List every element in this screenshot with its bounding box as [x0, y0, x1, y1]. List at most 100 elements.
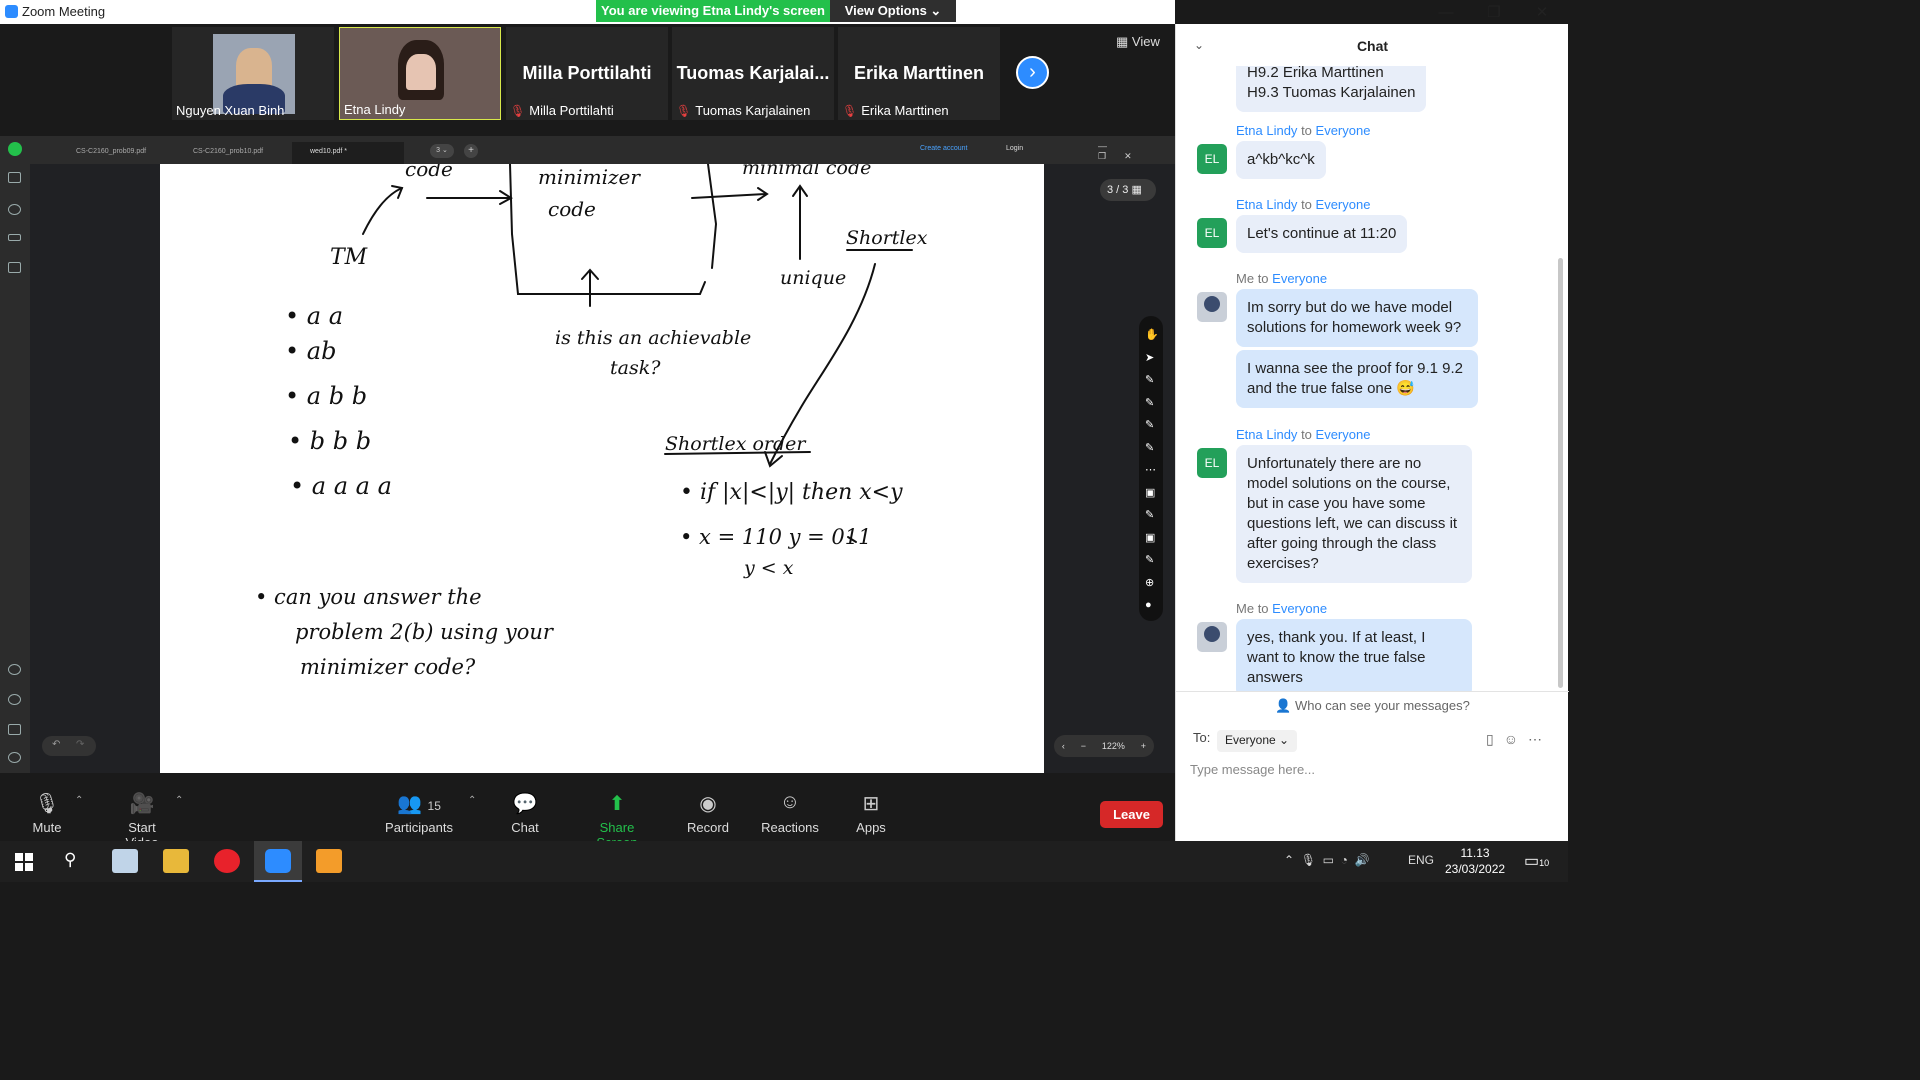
leave-button[interactable]: Leave [1100, 801, 1163, 828]
participant-tile[interactable]: Nguyen Xuan Binh [172, 27, 334, 120]
record-button[interactable]: ◉ Record [686, 791, 730, 835]
zoom-in-button[interactable]: + [1141, 741, 1146, 751]
pdf-tab[interactable]: CS-C2160_prob09.pdf [58, 142, 170, 164]
chat-messages[interactable]: H9.2 Erika Marttinen H9.3 Tuomas Karjala… [1176, 66, 1569, 691]
crown-icon[interactable] [8, 724, 21, 735]
history-icon[interactable] [8, 694, 21, 705]
participant-name: 🎙 Erika Marttinen [842, 103, 949, 118]
arrow-line [362, 187, 403, 235]
participant-tile[interactable]: Milla Porttilahti 🎙 Milla Porttilahti [506, 27, 668, 120]
mute-button[interactable]: 🎙 Mute [30, 791, 64, 835]
reactions-button[interactable]: ☺ Reactions [761, 791, 819, 835]
title-bar: Zoom Meeting You are viewing Etna Lindy'… [0, 0, 1175, 24]
task-view-icon[interactable] [112, 849, 138, 873]
undo-redo-controls[interactable]: ↶ ↷ [42, 736, 96, 756]
mic-muted-icon: 🎙 [676, 104, 692, 118]
screen-share-banner: You are viewing Etna Lindy's screen View… [596, 0, 956, 22]
notifications-icon[interactable]: ▭10 [1524, 851, 1549, 871]
label-code: code [405, 164, 453, 181]
label-unique: unique [780, 267, 846, 289]
chat-message: I wanna see the proof for 9.1 9.2 and th… [1236, 350, 1478, 408]
pdf-sidebar [0, 136, 30, 773]
microphone-icon: 🎙 [34, 793, 60, 815]
chat-scrollbar[interactable] [1558, 258, 1563, 688]
binoculars-icon[interactable] [8, 204, 21, 215]
undo-icon[interactable]: ↶ [52, 739, 60, 750]
avatar [1197, 622, 1227, 652]
video-options-caret[interactable]: ⌃ [175, 795, 183, 806]
zoom-app-icon [265, 849, 291, 873]
view-button[interactable]: ▦ View [1116, 34, 1160, 50]
annotation-tools[interactable]: ✋ ➤ ✎ ✎ ✎ ✎ ⋯ ▣ ✎ ▣ ✎ ⊕ ● [1145, 324, 1159, 617]
zoom-taskbar-button[interactable] [254, 841, 302, 882]
chat-message: Im sorry but do we have model solutions … [1236, 289, 1478, 347]
file-icon[interactable]: ▯ [1486, 731, 1504, 747]
label-tm: TM [330, 245, 368, 270]
chat-message: H9.2 Erika Marttinen H9.3 Tuomas Karjala… [1236, 66, 1427, 112]
more-icon[interactable]: ⋯ [1528, 731, 1552, 747]
pdf-editor-icon[interactable] [316, 849, 342, 873]
label-code-2: code [548, 197, 596, 221]
chat-message: a^kb^kc^k [1236, 141, 1326, 179]
opera-browser-icon[interactable] [214, 849, 240, 873]
participants-options-caret[interactable]: ⌃ [468, 795, 476, 806]
reactions-icon: ☺ [779, 791, 801, 813]
search-icon[interactable]: ⚲ [64, 850, 76, 870]
rule-1: • if |x|<|y| then x<y [680, 480, 903, 505]
apps-button[interactable]: ⊞ Apps [855, 791, 887, 835]
file-explorer-icon[interactable] [163, 849, 189, 873]
create-account-link[interactable]: Create account [920, 145, 967, 152]
participant-tile[interactable]: Erika Marttinen 🎙 Erika Marttinen [838, 27, 1000, 120]
meeting-toolbar: 🎙 Mute ⌃ 🎥 Start Video ⌃ 👥 15 Participan… [0, 773, 1175, 850]
message-sender: Etna Lindy to Everyone [1236, 427, 1371, 442]
pdf-window-controls[interactable]: —❐✕ [1098, 141, 1175, 162]
clock[interactable]: 11.13 23/03/2022 [1445, 845, 1505, 877]
box-line [707, 164, 718, 269]
copy-icon[interactable] [8, 172, 21, 183]
who-can-see-link[interactable]: 👤 Who can see your messages? [1176, 691, 1569, 719]
tray-icons[interactable]: ⌃ 🎙 ▭ ◔ 🔊 [1284, 853, 1370, 867]
login-link[interactable]: Login [1006, 145, 1023, 152]
toolbox-icon[interactable] [8, 262, 21, 273]
keyboard-icon[interactable] [8, 234, 21, 241]
chat-message: yes, thank you. If at least, I want to k… [1236, 619, 1472, 691]
language-indicator[interactable]: ENG [1408, 853, 1434, 867]
person-icon: 👤 [1275, 698, 1292, 713]
windows-start-icon[interactable] [15, 853, 33, 871]
mic-muted-icon: 🎙 [510, 104, 526, 118]
message-sender: Etna Lindy to Everyone [1236, 123, 1371, 138]
view-options-button[interactable]: View Options ⌄ [830, 0, 956, 22]
label-minimal-code: minimal code [742, 164, 871, 179]
prev-page-icon[interactable]: ‹ [1062, 741, 1065, 751]
maximize-button[interactable]: ❐ [1470, 0, 1518, 24]
label-minimizer: minimizer [538, 165, 641, 189]
audio-options-caret[interactable]: ⌃ [75, 795, 83, 806]
zoom-out-button[interactable]: − [1081, 741, 1086, 751]
close-button[interactable]: ✕ [1518, 0, 1566, 24]
page-indicator[interactable]: 3 / 3 ▦ [1100, 179, 1156, 201]
cloud-icon[interactable] [8, 664, 21, 675]
pdf-tab[interactable]: CS-C2160_prob10.pdf [175, 142, 287, 164]
zoom-controls: ‹ − 122% + [1054, 735, 1154, 757]
participants-button[interactable]: 👥 15 Participants [385, 791, 453, 835]
chat-button[interactable]: 💬 Chat [508, 791, 542, 835]
video-gallery-strip: Nguyen Xuan Binh Etna Lindy Milla Portti… [0, 24, 1175, 136]
arrow-line [691, 193, 767, 199]
participant-tile-active-speaker[interactable]: Etna Lindy [339, 27, 501, 120]
settings-icon[interactable] [8, 752, 21, 763]
new-tab-button[interactable]: + [464, 144, 478, 158]
chat-message-input[interactable] [1190, 758, 1550, 780]
chat-panel: ⌄ Chat H9.2 Erika Marttinen H9.3 Tuomas … [1175, 24, 1569, 841]
recipient-select[interactable]: Everyone ⌄ [1217, 730, 1298, 752]
tab-count-button[interactable]: 3 ⌄ [430, 144, 454, 158]
user-avatar-image [1204, 296, 1220, 312]
minimize-button[interactable]: — [1422, 0, 1470, 24]
participant-tile[interactable]: Tuomas Karjalai... 🎙 Tuomas Karjalainen [672, 27, 834, 120]
next-page-button[interactable]: › [1016, 56, 1049, 89]
string-item: • a b b [285, 382, 367, 410]
pdf-tab-active[interactable]: wed10.pdf * [292, 142, 404, 164]
emoji-icon[interactable]: ☺ [1504, 731, 1528, 747]
avatar: EL [1197, 448, 1227, 478]
redo-icon[interactable]: ↷ [76, 739, 84, 750]
string-item: • a a [285, 302, 343, 330]
